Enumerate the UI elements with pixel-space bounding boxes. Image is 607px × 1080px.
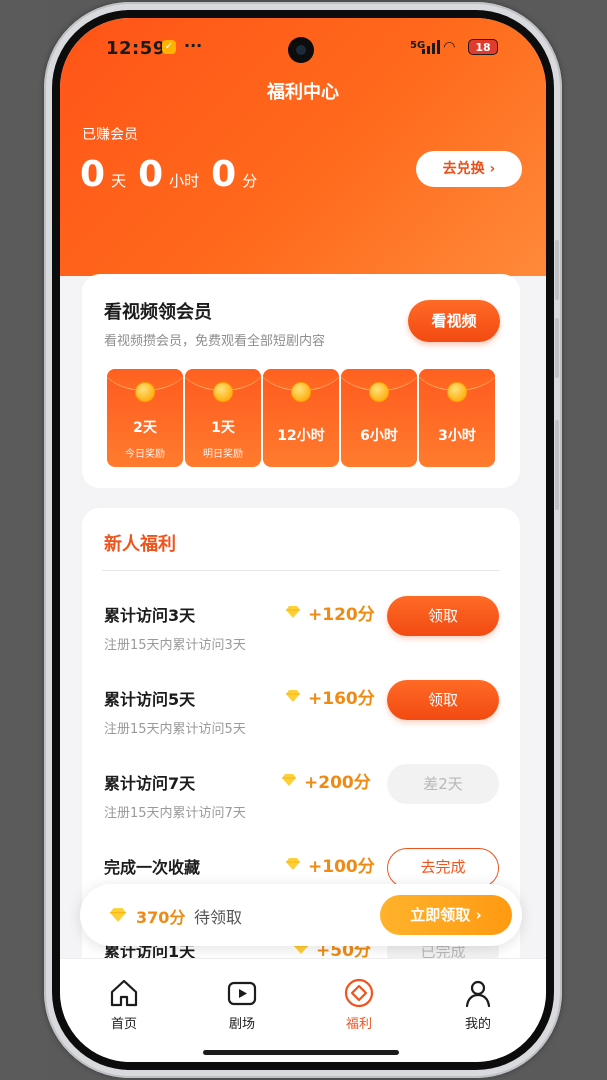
exchange-button[interactable]: 去兑换 › — [416, 151, 522, 187]
tab-home[interactable]: 首页 — [84, 977, 164, 1032]
tab-theater[interactable]: 剧场 — [202, 977, 282, 1032]
hours-unit: 小时 — [169, 172, 200, 190]
gift-diamond-icon — [344, 978, 374, 1008]
page-title: 福利中心 — [267, 82, 339, 103]
status-time: 12:59 — [106, 38, 166, 59]
pending-points-bar: 370分 待领取 立即领取 › — [80, 884, 522, 946]
task-points: +200分 — [304, 773, 371, 793]
claim-now-button[interactable]: 立即领取 › — [380, 895, 512, 935]
hours-value: 0 — [138, 154, 164, 195]
tab-label: 我的 — [464, 1017, 491, 1032]
claim-button[interactable]: 领取 — [387, 680, 499, 720]
video-card-subtitle: 看视频攒会员，免费观看全部短剧内容 — [104, 334, 326, 349]
left-backdrop — [0, 0, 48, 1080]
days-value: 0 — [80, 154, 106, 195]
task-name: 累计访问5天 — [104, 690, 196, 709]
task-row: 累计访问7天 注册15天内累计访问7天 +200分 差2天 — [82, 764, 520, 854]
divider — [102, 570, 500, 571]
volume-up-button — [555, 240, 559, 300]
reward-note: 今日奖励 — [125, 449, 165, 460]
reward-envelope: 2天 今日奖励 — [107, 369, 183, 467]
reward-value: 1天 — [211, 420, 235, 436]
task-points: +120分 — [308, 605, 375, 625]
home-indicator[interactable] — [203, 1050, 399, 1055]
tab-label: 福利 — [345, 1017, 372, 1032]
days-remaining-button[interactable]: 差2天 — [387, 764, 499, 804]
tab-label: 首页 — [110, 1017, 137, 1032]
watch-video-card: 看视频领会员 看视频攒会员，免费观看全部短剧内容 看视频 2天 今日奖励 1天 … — [82, 274, 520, 488]
tab-welfare[interactable]: 福利 — [319, 977, 399, 1032]
right-backdrop — [559, 0, 607, 1080]
more-notifications-icon: ··· — [184, 36, 203, 55]
home-icon — [110, 979, 138, 1007]
diamond-icon — [110, 908, 126, 922]
reward-value: 3小时 — [438, 428, 476, 444]
task-row: 累计访问5天 注册15天内累计访问5天 +160分 领取 — [82, 680, 520, 770]
task-name: 完成一次收藏 — [104, 858, 201, 877]
status-bar: 12:59 ✓ ··· 5G ◠ 18 — [60, 18, 546, 76]
reward-value: 12小时 — [277, 428, 325, 444]
battery-indicator: 18 — [468, 39, 498, 55]
volume-down-button — [555, 318, 559, 378]
pending-text: 待领取 — [194, 908, 243, 927]
reward-envelope: 6小时 — [341, 369, 417, 467]
task-desc: 注册15天内累计访问5天 — [104, 722, 246, 737]
earned-duration: 0 天 0 小时 0 分 — [80, 154, 269, 195]
claim-button[interactable]: 领取 — [387, 596, 499, 636]
task-points: +160分 — [308, 689, 375, 709]
task-points: +100分 — [308, 857, 375, 877]
go-complete-button[interactable]: 去完成 — [387, 848, 499, 888]
earned-label: 已赚会员 — [82, 127, 138, 143]
reward-envelopes: 2天 今日奖励 1天 明日奖励 12小时 6小时 3小时 — [107, 369, 497, 467]
reward-envelope: 12小时 — [263, 369, 339, 467]
coin-icon — [213, 382, 233, 402]
task-name: 累计访问7天 — [104, 774, 196, 793]
pending-amount: 370分 — [136, 908, 186, 927]
minutes-value: 0 — [211, 154, 237, 195]
reward-note: 明日奖励 — [203, 449, 243, 460]
coin-icon — [369, 382, 389, 402]
newbie-benefits-card: 新人福利 累计访问3天 注册15天内累计访问3天 +120分 领取 累计访问5天… — [82, 508, 520, 1028]
bottom-tab-bar: 首页 剧场 福利 我的 — [60, 958, 546, 1062]
watch-video-button[interactable]: 看视频 — [408, 300, 500, 342]
video-card-title: 看视频领会员 — [104, 302, 212, 323]
coin-icon — [135, 382, 155, 402]
screen: 12:59 ✓ ··· 5G ◠ 18 福利中心 已赚会员 0 天 0 小时 0 分 去兑… — [60, 18, 546, 1062]
task-name: 累计访问3天 — [104, 606, 196, 625]
reward-value: 2天 — [133, 420, 157, 436]
notification-app-icon: ✓ — [162, 40, 176, 54]
diamond-icon — [286, 606, 300, 618]
days-unit: 天 — [111, 172, 127, 190]
task-desc: 注册15天内累计访问3天 — [104, 638, 246, 653]
reward-envelope: 1天 明日奖励 — [185, 369, 261, 467]
tab-label: 剧场 — [228, 1017, 255, 1032]
reward-value: 6小时 — [360, 428, 398, 444]
diamond-icon — [286, 858, 300, 870]
power-button — [555, 420, 559, 510]
wifi-icon: ◠ — [444, 39, 455, 55]
coin-icon — [291, 382, 311, 402]
reward-envelope: 3小时 — [419, 369, 495, 467]
tab-profile[interactable]: 我的 — [438, 977, 518, 1032]
play-icon — [227, 981, 257, 1006]
task-row: 累计访问3天 注册15天内累计访问3天 +120分 领取 — [82, 596, 520, 686]
profile-icon — [465, 980, 491, 1008]
diamond-icon — [286, 690, 300, 702]
minutes-unit: 分 — [242, 172, 258, 190]
newbie-title: 新人福利 — [104, 534, 176, 555]
signal-icon — [422, 40, 442, 54]
front-camera — [288, 37, 314, 63]
task-desc: 注册15天内累计访问7天 — [104, 806, 246, 821]
coin-icon — [447, 382, 467, 402]
diamond-icon — [282, 774, 296, 786]
